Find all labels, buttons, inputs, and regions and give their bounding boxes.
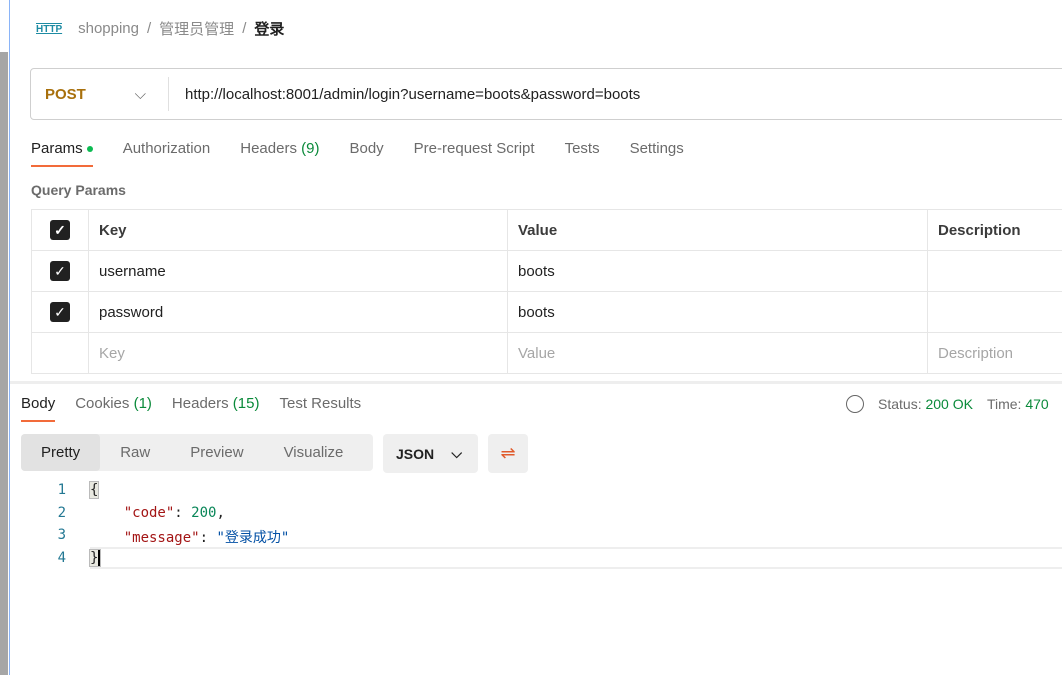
query-params-title: Query Params bbox=[31, 182, 126, 198]
mode-pretty[interactable]: Pretty bbox=[21, 434, 101, 471]
row-checkbox[interactable]: ✓ bbox=[50, 261, 70, 281]
new-description-input[interactable]: Description bbox=[927, 332, 1062, 374]
row-checkbox[interactable]: ✓ bbox=[50, 302, 70, 322]
table-row-new: Key Value Description bbox=[31, 332, 1062, 374]
param-description[interactable] bbox=[927, 291, 1062, 333]
table-header: ✓ Key Value Description bbox=[31, 209, 1062, 251]
response-time[interactable]: 470 bbox=[1025, 396, 1048, 412]
table-row: ✓ username boots bbox=[31, 250, 1062, 292]
tab-response-body[interactable]: Body bbox=[21, 395, 56, 422]
tab-authorization[interactable]: Authorization bbox=[123, 140, 211, 167]
tab-response-headers[interactable]: Headers (15) bbox=[172, 395, 260, 422]
select-all-checkbox[interactable]: ✓ bbox=[50, 220, 70, 240]
tab-cookies[interactable]: Cookies (1) bbox=[75, 395, 152, 422]
tab-settings[interactable]: Settings bbox=[630, 140, 684, 167]
method-label: POST bbox=[45, 85, 86, 103]
url-bar: POST ⌵ http://localhost:8001/admin/login?… bbox=[30, 68, 1062, 120]
response-status: Status: 200 OK Time: 470 bbox=[846, 395, 1049, 413]
breadcrumb-folder[interactable]: 管理员管理 bbox=[159, 18, 234, 39]
table-row: ✓ password boots bbox=[31, 291, 1062, 333]
url-input[interactable]: http://localhost:8001/admin/login?userna… bbox=[169, 86, 640, 103]
breadcrumb-collection[interactable]: shopping bbox=[78, 20, 139, 37]
response-tabs: Body Cookies (1) Headers (15) Test Resul… bbox=[21, 395, 361, 422]
breadcrumb-request[interactable]: 登录 bbox=[254, 18, 284, 39]
mode-preview[interactable]: Preview bbox=[170, 434, 263, 471]
wrap-lines-icon[interactable]: ⇌ bbox=[488, 434, 528, 473]
new-value-input[interactable]: Value bbox=[507, 332, 928, 374]
query-params-table: ✓ Key Value Description ✓ username boots ✓ pas… bbox=[31, 209, 1062, 374]
chevron-down-icon: ⌵ bbox=[451, 445, 462, 461]
active-dot-icon bbox=[86, 146, 93, 153]
param-value[interactable]: boots bbox=[507, 291, 928, 333]
globe-icon[interactable] bbox=[846, 395, 864, 413]
tab-tests[interactable]: Tests bbox=[565, 140, 600, 167]
chevron-down-icon: ⌵ bbox=[134, 85, 146, 103]
sidebar-scrollbar[interactable] bbox=[0, 52, 8, 675]
mode-raw[interactable]: Raw bbox=[100, 434, 170, 471]
tab-headers[interactable]: Headers (9) bbox=[240, 140, 319, 167]
param-key[interactable]: password bbox=[88, 291, 508, 333]
breadcrumb: HTTP shopping / 管理员管理 / 登录 bbox=[36, 18, 285, 39]
param-key[interactable]: username bbox=[88, 250, 508, 292]
tab-test-results[interactable]: Test Results bbox=[279, 395, 361, 422]
panel-divider bbox=[9, 0, 10, 675]
tab-pre-request-script[interactable]: Pre-request Script bbox=[414, 140, 535, 167]
method-select[interactable]: POST ⌵ bbox=[31, 77, 169, 111]
status-code[interactable]: 200 OK bbox=[925, 396, 972, 412]
pane-resize-handle[interactable] bbox=[10, 381, 1062, 384]
mode-visualize[interactable]: Visualize bbox=[264, 434, 364, 471]
request-tabs: Params Authorization Headers (9) Body Pr… bbox=[31, 140, 684, 167]
param-description[interactable] bbox=[927, 250, 1062, 292]
tab-body[interactable]: Body bbox=[349, 140, 383, 167]
current-line-highlight bbox=[90, 547, 1062, 569]
format-select[interactable]: JSON ⌵ bbox=[383, 434, 478, 473]
tab-params[interactable]: Params bbox=[31, 140, 93, 167]
param-value[interactable]: boots bbox=[507, 250, 928, 292]
view-mode-switch: Pretty Raw Preview Visualize bbox=[21, 434, 373, 471]
http-icon: HTTP bbox=[36, 22, 63, 35]
new-key-input[interactable]: Key bbox=[88, 332, 508, 374]
